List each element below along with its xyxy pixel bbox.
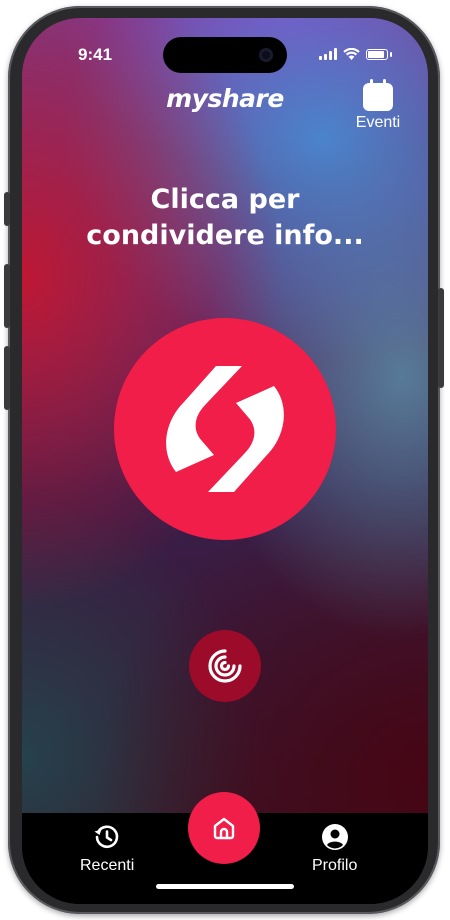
history-icon	[94, 825, 119, 849]
user-circle-icon	[321, 824, 348, 850]
action-button	[4, 192, 10, 226]
headline: Clicca per condividere info...	[22, 182, 428, 254]
status-time: 9:41	[78, 45, 113, 64]
power-button	[438, 288, 444, 388]
nfc-signal-icon	[208, 649, 242, 683]
tab-recenti-label: Recenti	[80, 857, 135, 874]
volume-down-button	[4, 346, 10, 410]
share-logo-icon	[166, 366, 284, 492]
events-button[interactable]: Eventi	[348, 78, 408, 132]
home-button[interactable]	[188, 792, 260, 864]
volume-up-button	[4, 264, 10, 328]
cellular-signal-icon	[319, 48, 337, 60]
status-icons	[319, 48, 392, 60]
nfc-button[interactable]	[189, 630, 261, 702]
calendar-icon	[363, 79, 393, 111]
tab-profilo[interactable]: Profilo	[312, 823, 357, 875]
dynamic-island	[163, 37, 287, 73]
home-indicator	[156, 884, 294, 889]
home-icon	[213, 817, 235, 840]
tab-profilo-label: Profilo	[312, 857, 358, 874]
battery-tip	[390, 52, 392, 57]
headline-line-1: Clicca per	[150, 184, 300, 215]
wifi-icon	[343, 48, 360, 60]
battery-icon	[366, 49, 388, 60]
camera-icon	[259, 48, 273, 62]
tab-recenti[interactable]: Recenti	[80, 823, 134, 875]
events-label: Eventi	[355, 114, 401, 131]
headline-line-2: condividere info...	[86, 220, 364, 251]
screen: 9:41 myshare Eventi Clicca per condivide…	[22, 18, 428, 904]
share-button[interactable]	[114, 318, 336, 540]
